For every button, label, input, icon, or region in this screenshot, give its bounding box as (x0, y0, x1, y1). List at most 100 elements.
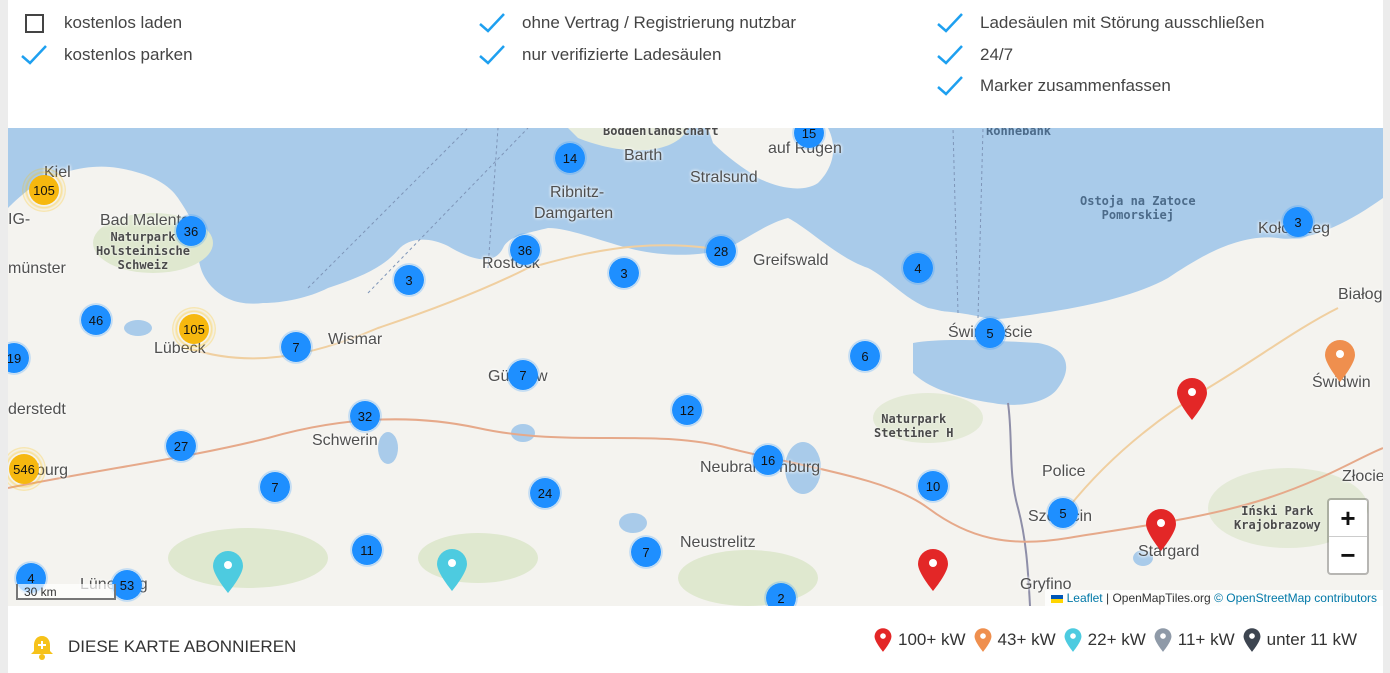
cluster-count: 3 (1283, 207, 1313, 237)
cluster-marker[interactable]: 6 (848, 339, 882, 373)
legend-item-22kw: 22+ kW (1064, 627, 1146, 653)
cluster-marker[interactable]: 7 (279, 330, 313, 364)
place-label: Schwerin (312, 432, 378, 449)
map-attribution: Leaflet | OpenMapTiles.org © OpenStreetM… (1044, 590, 1383, 606)
map[interactable]: Kiel Bad Malente münster Lübeck Wismar R… (8, 128, 1383, 606)
filter-kostenlos-laden[interactable]: kostenlos laden (20, 11, 182, 35)
cluster-count: 16 (753, 445, 783, 475)
cluster-count: 546 (9, 454, 39, 484)
cluster-marker[interactable]: 5 (973, 316, 1007, 350)
filter-ohne-vertrag[interactable]: ohne Vertrag / Registrierung nutzbar (478, 11, 796, 35)
cluster-marker[interactable]: 11 (350, 533, 384, 567)
cluster-marker[interactable]: 32 (348, 399, 382, 433)
filter-label: ohne Vertrag / Registrierung nutzbar (522, 13, 797, 32)
pin-icon-red (874, 628, 892, 652)
cluster-marker[interactable]: 5 (1046, 496, 1080, 530)
place-label: derstedt (8, 401, 66, 418)
cluster-marker[interactable]: 46 (79, 303, 113, 337)
zoom-control: + − (1327, 498, 1369, 575)
cluster-count: 15 (794, 128, 824, 148)
cluster-count: 36 (510, 235, 540, 265)
cluster-marker[interactable]: 4 (901, 251, 935, 285)
cluster-count: 105 (179, 314, 209, 344)
legend-label: unter 11 kW (1266, 630, 1357, 649)
cluster-marker[interactable]: 12 (670, 393, 704, 427)
cluster-count: 46 (81, 305, 111, 335)
legend-label: 43+ kW (997, 630, 1056, 649)
lake (511, 424, 535, 442)
cluster-count: 7 (260, 472, 290, 502)
ukraine-flag-icon (1050, 594, 1063, 603)
checkmark-icon[interactable] (936, 11, 964, 35)
checkmark-icon[interactable] (936, 74, 964, 98)
charger-pin-22kw[interactable] (212, 550, 244, 594)
checkmark-icon[interactable] (936, 43, 964, 67)
cluster-count: 11 (352, 535, 382, 565)
zoom-out-button[interactable]: − (1329, 536, 1367, 573)
cluster-marker[interactable]: 105 (22, 168, 66, 212)
cluster-marker[interactable]: 3 (1281, 205, 1315, 239)
cluster-count: 5 (975, 318, 1005, 348)
park-label: Iński Park Krajobrazowy (1234, 504, 1321, 532)
cluster-count: 24 (530, 478, 560, 508)
charger-pin-100kw[interactable] (917, 548, 949, 592)
place-label: IG- (8, 211, 31, 228)
place-label: Białogard (1338, 286, 1383, 303)
cluster-marker[interactable]: 28 (704, 234, 738, 268)
cluster-marker[interactable]: 10 (916, 469, 950, 503)
zoom-in-button[interactable]: + (1329, 500, 1367, 536)
baltic-sea (8, 128, 1383, 320)
cluster-marker[interactable]: 7 (629, 535, 663, 569)
charger-pin-100kw[interactable] (1176, 377, 1208, 421)
charger-pin-100kw[interactable] (1145, 508, 1177, 552)
checkbox-unchecked-icon[interactable] (20, 11, 48, 35)
checkmark-icon[interactable] (478, 43, 506, 67)
legend-item-under-11kw: unter 11 kW (1243, 627, 1357, 653)
cluster-count: 3 (394, 265, 424, 295)
charger-pin-22kw[interactable] (436, 548, 468, 592)
cluster-marker[interactable]: 3 (392, 263, 426, 297)
park-label: Boddenlandschaft (603, 128, 719, 138)
pin-icon-orange (974, 628, 991, 652)
place-label: münster (8, 260, 66, 277)
cluster-count: 12 (672, 395, 702, 425)
cluster-marker[interactable]: 14 (553, 141, 587, 175)
cluster-marker[interactable]: 36 (508, 233, 542, 267)
place-label: Barth (624, 147, 663, 164)
leaflet-link[interactable]: Leaflet (1067, 591, 1103, 605)
cluster-count: 6 (850, 341, 880, 371)
filter-marker-zusammenfassen[interactable]: Marker zusammenfassen (936, 74, 1171, 98)
place-label: Damgarten (534, 205, 614, 222)
cluster-marker[interactable]: 24 (528, 476, 562, 510)
attribution-separator: | (1105, 591, 1110, 605)
cluster-marker[interactable]: 16 (751, 443, 785, 477)
cluster-marker[interactable]: 36 (174, 214, 208, 248)
pin-icon-gray (1154, 628, 1172, 652)
place-label: Złocieniec (1342, 468, 1383, 485)
cluster-marker[interactable]: 7 (258, 470, 292, 504)
cluster-marker[interactable]: 27 (164, 429, 198, 463)
checkmark-icon[interactable] (478, 11, 506, 35)
cluster-count: 5 (1048, 498, 1078, 528)
filter-stoerung[interactable]: Ladesäulen mit Störung ausschließen (936, 11, 1264, 35)
place-label: Neustrelitz (680, 534, 756, 551)
checkmark-icon[interactable] (20, 43, 48, 67)
filter-24-7[interactable]: 24/7 (936, 43, 1013, 67)
filter-verifizierte[interactable]: nur verifizierte Ladesäulen (478, 43, 721, 67)
filter-kostenlos-parken[interactable]: kostenlos parken (20, 43, 193, 67)
forest (168, 528, 328, 588)
cluster-count: 28 (706, 236, 736, 266)
cluster-marker[interactable]: 7 (506, 358, 540, 392)
place-label: Ribnitz- (550, 184, 605, 201)
osm-link[interactable]: © OpenStreetMap contributors (1214, 591, 1377, 605)
filter-label: kostenlos laden (64, 13, 183, 32)
cluster-marker[interactable]: 3 (607, 256, 641, 290)
cluster-marker[interactable]: 105 (172, 307, 216, 351)
legend-label: 22+ kW (1087, 630, 1146, 649)
cluster-count: 53 (112, 570, 142, 600)
charger-pin-43kw[interactable] (1324, 339, 1356, 383)
subscribe-button[interactable]: DIESE KARTE ABONNIEREN (30, 634, 296, 660)
cluster-count: 32 (350, 401, 380, 431)
cluster-count: 7 (281, 332, 311, 362)
place-label: Police (1042, 463, 1086, 480)
